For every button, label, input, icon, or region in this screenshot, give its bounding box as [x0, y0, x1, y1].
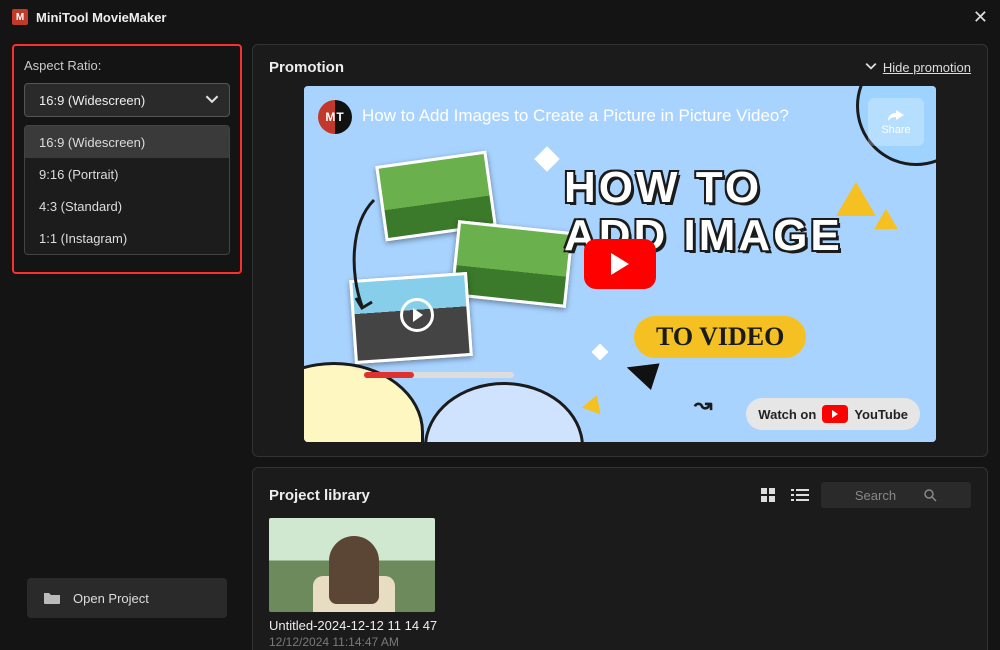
hide-promotion-label: Hide promotion: [883, 60, 971, 75]
aspect-option-16-9[interactable]: 16:9 (Widescreen): [25, 126, 229, 158]
project-item[interactable]: Untitled-2024-12-12 11 14 47 12/12/2024 …: [269, 518, 439, 649]
grid-icon: [760, 487, 776, 503]
aspect-option-9-16[interactable]: 9:16 (Portrait): [25, 158, 229, 190]
project-library-card: Project library Search: [252, 467, 988, 650]
aspect-ratio-selected: 16:9 (Widescreen): [39, 93, 145, 108]
watch-on-youtube-button[interactable]: Watch on YouTube: [746, 398, 920, 430]
inner-play-icon: [400, 298, 434, 332]
mt-logo-icon: MT: [318, 100, 352, 134]
close-icon[interactable]: ✕: [973, 7, 988, 28]
project-thumbnail[interactable]: [269, 518, 435, 612]
youtube-label: YouTube: [854, 407, 908, 422]
watch-on-label: Watch on: [758, 407, 816, 422]
app-title: MiniTool MovieMaker: [36, 10, 167, 25]
aspect-ratio-panel: Aspect Ratio: 16:9 (Widescreen) 16:9 (Wi…: [12, 44, 242, 274]
youtube-play-icon[interactable]: [584, 239, 656, 289]
promotion-title: Promotion: [269, 59, 344, 76]
hide-promotion-link[interactable]: Hide promotion: [865, 60, 971, 75]
search-input[interactable]: Search: [821, 482, 971, 508]
chevron-down-icon: [205, 92, 219, 109]
search-placeholder: Search: [855, 488, 896, 503]
open-project-label: Open Project: [73, 591, 149, 606]
promotion-card: Promotion Hide promotion: [252, 44, 988, 457]
chevron-down-icon: [865, 60, 877, 75]
search-icon: [924, 489, 937, 502]
list-view-button[interactable]: [789, 484, 811, 506]
project-name: Untitled-2024-12-12 11 14 47: [269, 618, 439, 633]
open-project-button[interactable]: Open Project: [27, 578, 227, 618]
promo-video-title: How to Add Images to Create a Picture in…: [362, 106, 789, 126]
aspect-ratio-label: Aspect Ratio:: [24, 58, 230, 73]
headline-1: HOW TO: [564, 164, 910, 212]
share-icon: [887, 108, 905, 122]
aspect-option-1-1[interactable]: 1:1 (Instagram): [25, 222, 229, 254]
project-library-title: Project library: [269, 487, 370, 504]
to-video-pill: TO VIDEO: [634, 316, 806, 358]
youtube-icon: [822, 405, 848, 423]
folder-icon: [43, 590, 61, 607]
promo-video[interactable]: MT How to Add Images to Create a Picture…: [304, 86, 936, 442]
aspect-ratio-options: 16:9 (Widescreen) 9:16 (Portrait) 4:3 (S…: [24, 125, 230, 255]
aspect-ratio-select[interactable]: 16:9 (Widescreen): [24, 83, 230, 117]
grid-view-button[interactable]: [757, 484, 779, 506]
share-label: Share: [881, 124, 910, 136]
squiggle-icon: ↝: [694, 392, 712, 418]
project-date: 12/12/2024 11:14:47 AM: [269, 635, 439, 649]
progress-bar-icon: [364, 372, 514, 378]
arrow-icon: [344, 194, 384, 314]
app-icon: M: [12, 9, 28, 25]
list-icon: [791, 488, 809, 502]
share-button[interactable]: Share: [868, 98, 924, 146]
aspect-option-4-3[interactable]: 4:3 (Standard): [25, 190, 229, 222]
